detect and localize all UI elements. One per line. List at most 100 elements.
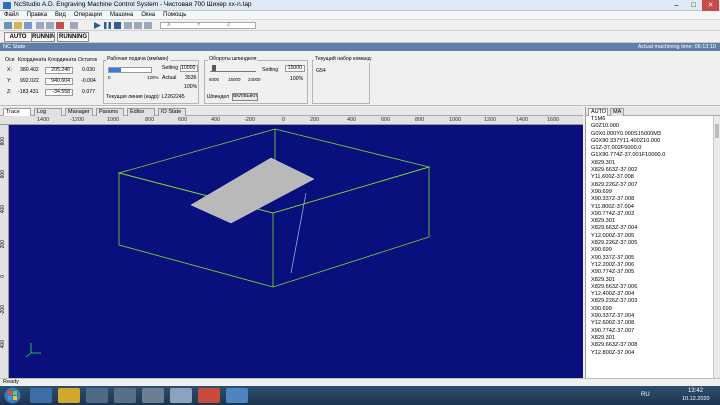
tool-icon[interactable] bbox=[144, 22, 152, 29]
tab-trace[interactable]: Trace bbox=[3, 108, 31, 116]
tab-editor[interactable]: Editor bbox=[127, 108, 155, 116]
gcode-line[interactable]: Y12.400Z-37.004 bbox=[586, 291, 714, 298]
play-icon[interactable] bbox=[94, 22, 101, 29]
menu-help[interactable]: Помощь bbox=[159, 11, 190, 20]
axis-y-machine: 992.022 bbox=[20, 78, 39, 84]
tab-manager[interactable]: Manager bbox=[65, 108, 93, 116]
start-button-icon[interactable] bbox=[4, 387, 21, 404]
menu-file[interactable]: Файл bbox=[0, 11, 23, 20]
gcode-line[interactable]: X829.226Z-37.007 bbox=[586, 182, 714, 189]
menu-edit[interactable]: Правка bbox=[23, 11, 51, 20]
gcode-line[interactable]: Y12.800Z-37.004 bbox=[586, 350, 714, 357]
spindle-toggle-button[interactable]: ВКЛ/ВЫКЛ bbox=[232, 93, 258, 101]
gcode-line[interactable]: X90.774Z-37.003 bbox=[586, 211, 714, 218]
toolpath-view bbox=[25, 128, 431, 358]
gcode-line[interactable]: X829.226Z-37.003 bbox=[586, 298, 714, 305]
vruler-tick: 200 bbox=[0, 240, 6, 249]
vruler-tick: 800 bbox=[0, 137, 6, 146]
taskbar-language[interactable]: RU bbox=[641, 392, 650, 398]
feed-override-slider[interactable] bbox=[108, 67, 152, 73]
new-file-icon[interactable] bbox=[4, 22, 12, 29]
restart-icon[interactable] bbox=[124, 22, 132, 29]
actual-machining-time: Actual machining time: 06:13:10 bbox=[637, 44, 716, 50]
spindle-slider[interactable] bbox=[210, 65, 256, 72]
menu-windows[interactable]: Окна bbox=[137, 11, 159, 20]
trace-3d-viewport[interactable] bbox=[9, 125, 583, 378]
taskbar-app3-icon[interactable] bbox=[226, 388, 248, 403]
gcode-list[interactable]: T1M6 G0Z10.000 G0X0.000Y0.000S15000M3 G0X90… bbox=[586, 116, 714, 378]
gcode-line[interactable]: X90.699 bbox=[586, 189, 714, 196]
ruler-tick: 1200 bbox=[484, 117, 497, 123]
gcode-line[interactable]: X90.774Z-37.005 bbox=[586, 269, 714, 276]
ruler-tick: -200 bbox=[244, 117, 256, 123]
minimize-button[interactable]: – bbox=[668, 0, 685, 11]
spindle-setting-input[interactable]: 15000 bbox=[285, 65, 305, 72]
gcode-line[interactable]: X829.301 bbox=[586, 218, 714, 225]
gcode-line[interactable]: X90.774Z-37.007 bbox=[586, 328, 714, 335]
taskbar-app2-icon[interactable] bbox=[142, 388, 164, 403]
gcode-line[interactable]: X90.337Z-37.005 bbox=[586, 255, 714, 262]
save-icon[interactable] bbox=[24, 22, 32, 29]
spindle-title: Обороты шпинделя bbox=[208, 56, 258, 63]
taskbar-explorer-icon[interactable] bbox=[58, 388, 80, 403]
gcode-line[interactable]: Y11.600Z-37.008 bbox=[586, 174, 714, 181]
redo-icon[interactable] bbox=[46, 22, 54, 29]
gcode-line[interactable]: X90.699 bbox=[586, 247, 714, 254]
gcode-line[interactable]: X829.301 bbox=[586, 335, 714, 342]
menu-view[interactable]: Вид bbox=[51, 11, 70, 20]
gcode-line[interactable]: G1Z-37.002F5000.0 bbox=[586, 145, 714, 152]
feed-actual-label: Actual bbox=[162, 75, 177, 81]
undo-icon[interactable] bbox=[36, 22, 44, 29]
gcode-line[interactable]: T1M6 bbox=[586, 116, 714, 123]
coord-input-box[interactable]: X Y Z bbox=[160, 22, 256, 29]
close-button[interactable]: ✕ bbox=[702, 0, 719, 11]
stop-square-icon[interactable] bbox=[114, 22, 121, 29]
gcode-line[interactable]: G0X0.000Y0.000S15000M3 bbox=[586, 131, 714, 138]
menu-machine[interactable]: Машина bbox=[106, 11, 137, 20]
gcode-line[interactable]: X90.699 bbox=[586, 306, 714, 313]
step-icon[interactable] bbox=[70, 22, 78, 29]
taskbar-ncstudio-icon[interactable] bbox=[170, 388, 192, 403]
tab-io-state[interactable]: IO State bbox=[158, 108, 186, 116]
gcode-line[interactable]: G1X90.774Z-37.001F10000.0 bbox=[586, 152, 714, 159]
gcode-line[interactable]: X829.663Z-37.002 bbox=[586, 167, 714, 174]
gcode-line[interactable]: Y12.600Z-37.008 bbox=[586, 320, 714, 327]
tab-params[interactable]: Params bbox=[96, 108, 124, 116]
taskbar-app-icon[interactable] bbox=[114, 388, 136, 403]
gcode-line[interactable]: G0Z10.000 bbox=[586, 123, 714, 130]
menu-operations[interactable]: Операции bbox=[70, 11, 106, 20]
stop-icon[interactable] bbox=[56, 22, 64, 29]
gcode-scrollbar-thumb[interactable] bbox=[715, 124, 719, 138]
gcode-line[interactable]: Y11.800Z-37.004 bbox=[586, 204, 714, 211]
gcode-line[interactable]: X829.301 bbox=[586, 277, 714, 284]
gcode-scrollbar[interactable] bbox=[713, 116, 720, 378]
gcode-line[interactable]: X829.301 bbox=[586, 160, 714, 167]
gcode-line[interactable]: X90.337Z-37.004 bbox=[586, 313, 714, 320]
spindle-label: Шпиндел bbox=[207, 94, 230, 100]
feed-setting-input[interactable]: 10000 bbox=[180, 65, 198, 72]
gcode-line[interactable]: X829.226Z-37.005 bbox=[586, 240, 714, 247]
gcode-line[interactable]: X90.337Z-37.008 bbox=[586, 196, 714, 203]
axis-y-work: 940.604 bbox=[45, 78, 73, 85]
axis-gizmo-icon bbox=[25, 343, 41, 358]
tab-log[interactable]: Log bbox=[34, 108, 62, 116]
open-folder-icon[interactable] bbox=[14, 22, 22, 29]
gcode-line[interactable]: Y12.000Z-37.005 bbox=[586, 233, 714, 240]
axis-x-label: X: bbox=[7, 67, 12, 73]
breakpoint-icon[interactable] bbox=[134, 22, 142, 29]
tab-manual[interactable]: MA bbox=[610, 108, 624, 116]
axis-y-label: Y: bbox=[7, 78, 12, 84]
tool-line bbox=[290, 192, 307, 274]
taskbar-media-icon[interactable] bbox=[86, 388, 108, 403]
gcode-line[interactable]: X829.663Z-37.008 bbox=[586, 342, 714, 349]
gcode-line[interactable]: Y12.200Z-37.006 bbox=[586, 262, 714, 269]
taskbar-ie-icon[interactable] bbox=[30, 388, 52, 403]
taskbar-chrome-icon[interactable] bbox=[198, 388, 220, 403]
spindle-slider-thumb[interactable] bbox=[212, 65, 216, 71]
gcode-line[interactable]: G0X90.337Y11.400Z10.000 bbox=[586, 138, 714, 145]
gcode-line[interactable]: X829.663Z-37.004 bbox=[586, 225, 714, 232]
pause-icon[interactable] bbox=[104, 22, 111, 29]
tab-auto[interactable]: AUTO bbox=[588, 108, 608, 116]
maximize-button[interactable]: □ bbox=[685, 0, 702, 11]
gcode-line[interactable]: X829.663Z-37.006 bbox=[586, 284, 714, 291]
